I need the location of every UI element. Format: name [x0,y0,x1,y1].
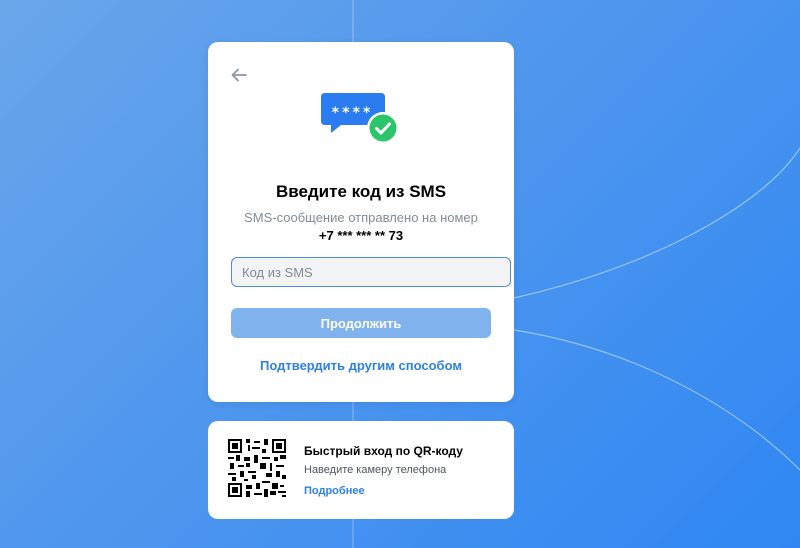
sms-code-card: **** Введите код из SMS SMS-сообщение от… [208,42,514,402]
hero-bubble-text: **** [331,105,373,121]
qr-login-description: Наведите камеру телефона [304,464,447,476]
page-title: Введите код из SMS [275,182,447,201]
sms-code-input[interactable] [231,257,511,287]
sms-code-check-icon: **** [321,93,399,144]
qr-login-card[interactable]: Быстрый вход по QR-коду Наведите камеру … [208,421,514,519]
qr-login-title: Быстрый вход по QR-коду [304,444,463,458]
arrow-left-icon [231,68,247,82]
confirm-other-way-link[interactable]: Подтвердить другим способом [208,358,514,373]
sms-sent-text: SMS-сообщение отправлено на номер [244,210,478,225]
masked-phone-number: +7 *** *** ** 73 [318,228,404,243]
continue-button[interactable]: Продолжить [231,308,491,338]
qr-code-icon [228,439,286,497]
qr-more-link[interactable]: Подробнее [304,485,365,497]
back-button[interactable] [228,64,250,86]
